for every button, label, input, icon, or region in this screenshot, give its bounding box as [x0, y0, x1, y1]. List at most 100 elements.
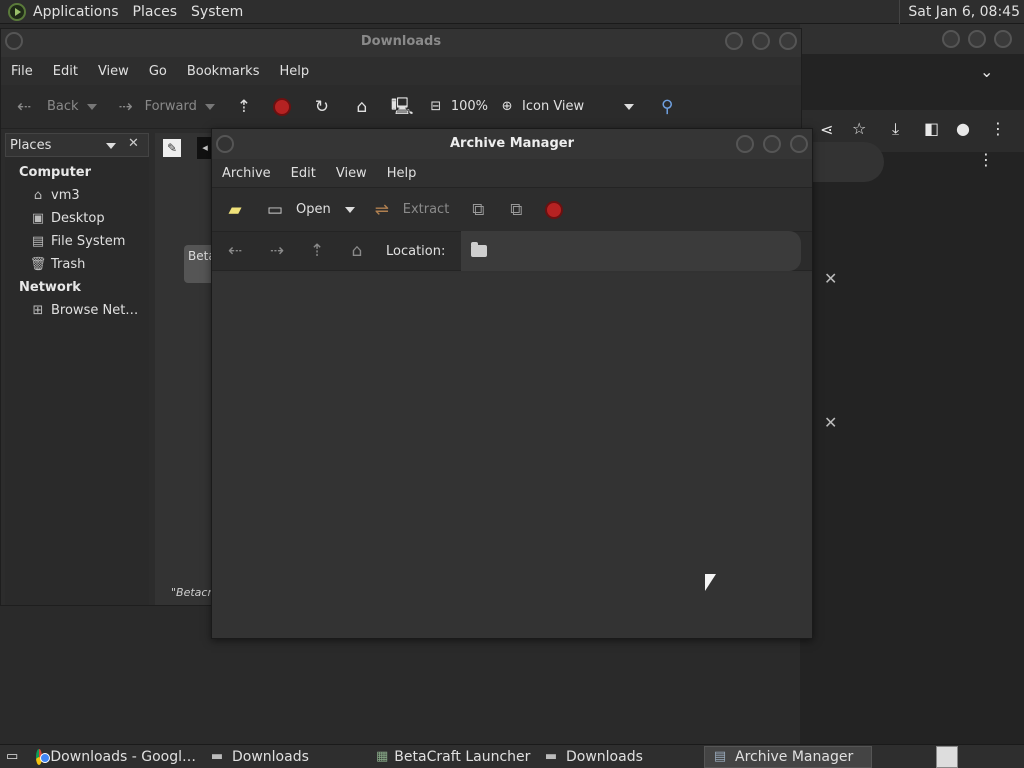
more-options-icon[interactable]: ⋮ — [978, 150, 994, 169]
minimize-button[interactable] — [736, 135, 754, 153]
forward-button[interactable]: ⇢ Forward — [115, 96, 215, 118]
sidebar-selector[interactable]: Places ✕ — [5, 133, 149, 157]
network-icon: ⊞ — [32, 302, 44, 318]
places-menu[interactable]: Places — [126, 4, 185, 20]
sidebar-item-vm3[interactable]: ⌂ vm3 — [5, 184, 149, 207]
back-arrow-icon: ⇠ — [227, 241, 243, 261]
view-mode-select[interactable]: Icon View — [522, 99, 635, 114]
up-arrow-icon: ⇡ — [309, 241, 325, 261]
location-input[interactable] — [461, 231, 802, 271]
betacraft-icon: ▦ — [376, 748, 389, 764]
chevron-down-icon[interactable] — [106, 143, 116, 149]
sidebar-item-trash[interactable]: 🗑 Trash — [5, 253, 149, 276]
mouse-cursor-icon — [705, 574, 716, 591]
reload-button[interactable]: ↻ — [311, 96, 333, 118]
chevron-down-icon[interactable] — [204, 103, 215, 110]
menu-file[interactable]: File — [1, 64, 43, 79]
close-sidebar-icon[interactable]: ✕ — [128, 136, 139, 151]
close-button[interactable] — [790, 135, 808, 153]
minimize-button[interactable] — [725, 32, 743, 50]
search-button[interactable]: ⚲ — [656, 96, 678, 118]
home-button[interactable]: ⌂ — [351, 96, 373, 118]
stop-icon — [545, 200, 564, 219]
taskbar-item-downloads[interactable]: ▬ Downloads — [202, 746, 370, 768]
folder-icon: ▬ — [544, 748, 558, 764]
new-archive-button[interactable]: ▰ — [224, 199, 246, 221]
home-button[interactable]: ⌂ — [346, 240, 368, 262]
download-icon[interactable]: ⤓ — [892, 119, 899, 139]
window-titlebar[interactable]: Archive Manager — [212, 129, 812, 159]
system-menu[interactable]: System — [184, 4, 250, 20]
side-panel-icon[interactable]: ◧ — [924, 119, 939, 138]
forward-button[interactable]: ⇢ — [266, 240, 288, 262]
profile-icon[interactable]: ● — [956, 119, 970, 138]
workspace-switcher[interactable] — [936, 745, 958, 768]
taskbar-item-browser[interactable]: Downloads - Googl… — [30, 746, 202, 768]
sidebar-item-browse-network[interactable]: ⊞ Browse Net… — [5, 299, 149, 322]
menu-edit[interactable]: Edit — [43, 64, 88, 79]
zoom-out-button[interactable]: ⊟ — [425, 96, 447, 118]
close-icon[interactable]: ✕ — [824, 269, 837, 288]
back-arrow-icon: ⇠ — [16, 96, 32, 117]
menu-bookmarks[interactable]: Bookmarks — [177, 64, 270, 79]
window-menu-button[interactable] — [216, 135, 234, 153]
menu-go[interactable]: Go — [139, 64, 177, 79]
distro-logo-icon[interactable] — [8, 2, 26, 21]
taskbar-item-betacraft[interactable]: ▦ BetaCraft Launcher … — [370, 746, 536, 768]
show-desktop-button[interactable]: ▭ — [0, 746, 30, 768]
stop-button[interactable] — [545, 200, 564, 219]
close-button[interactable] — [779, 32, 797, 50]
minimize-button[interactable] — [942, 30, 960, 48]
close-button[interactable] — [994, 30, 1012, 48]
archive-content-area[interactable] — [212, 273, 812, 638]
chevron-down-icon[interactable]: ⌄ — [980, 62, 993, 81]
home-folder-icon: ⌂ — [33, 187, 43, 203]
window-titlebar[interactable]: Downloads — [1, 29, 801, 57]
extract-button[interactable]: ⇌ Extract — [371, 199, 450, 221]
desktop-folder-icon: ▣ — [31, 210, 45, 226]
sidebar-item-file-system[interactable]: ▤ File System — [5, 230, 149, 253]
chevron-down-icon[interactable] — [344, 206, 355, 213]
zoom-level[interactable]: 100% — [451, 99, 488, 114]
sidebar-item-desktop[interactable]: ▣ Desktop — [5, 207, 149, 230]
menu-view[interactable]: View — [326, 166, 377, 181]
drive-icon: ▤ — [31, 233, 45, 249]
maximize-button[interactable] — [968, 30, 986, 48]
sidebar-section-network: Network — [19, 280, 81, 295]
menu-help[interactable]: Help — [269, 64, 319, 79]
back-button[interactable]: ⇠ Back — [13, 96, 97, 118]
window-title: Downloads — [360, 34, 442, 49]
taskbar: ▭ Downloads - Googl… ▬ Downloads ▦ BetaC… — [0, 744, 1024, 768]
browser-titlebar — [800, 24, 1024, 54]
star-icon[interactable]: ☆ — [852, 119, 866, 138]
applications-menu[interactable]: Applications — [26, 4, 126, 20]
menu-view[interactable]: View — [88, 64, 139, 79]
edit-location-icon[interactable]: ✎ — [163, 139, 181, 157]
clock[interactable]: Sat Jan 6, 08:45 — [899, 0, 1020, 24]
menu-help[interactable]: Help — [377, 166, 427, 181]
open-folder-icon: ▭ — [266, 199, 284, 220]
add-files-button[interactable]: ⧉ — [467, 199, 489, 221]
zoom-in-button[interactable]: ⊕ — [496, 96, 518, 118]
taskbar-item-archive-manager[interactable]: ▤ Archive Manager — [704, 745, 872, 768]
window-title: Archive Manager — [450, 136, 574, 151]
menu-archive[interactable]: Archive — [212, 166, 281, 181]
taskbar-item-downloads-2[interactable]: ▬ Downloads — [536, 746, 704, 768]
close-icon[interactable]: ✕ — [824, 413, 837, 432]
forward-arrow-icon: ⇢ — [269, 241, 285, 261]
kebab-menu-icon[interactable]: ⋮ — [990, 119, 1006, 138]
add-folder-button[interactable]: ⧉ — [505, 199, 527, 221]
maximize-button[interactable] — [752, 32, 770, 50]
window-menu-button[interactable] — [5, 32, 23, 50]
open-button[interactable]: ▭ Open — [264, 199, 355, 221]
stop-button[interactable] — [272, 97, 291, 116]
menu-edit[interactable]: Edit — [281, 166, 326, 181]
up-button[interactable]: ⇡ — [306, 240, 328, 262]
chevron-down-icon[interactable] — [86, 103, 97, 110]
computer-button[interactable]: 🖳 — [391, 96, 414, 118]
share-icon[interactable]: ⋖ — [820, 120, 833, 139]
main-toolbar: ⇠ Back ⇢ Forward ⇡ ↻ ⌂ 🖳 ⊟ 100% ⊕ Icon V… — [1, 85, 801, 129]
maximize-button[interactable] — [763, 135, 781, 153]
back-button[interactable]: ⇠ — [224, 240, 246, 262]
up-button[interactable]: ⇡ — [233, 96, 255, 118]
